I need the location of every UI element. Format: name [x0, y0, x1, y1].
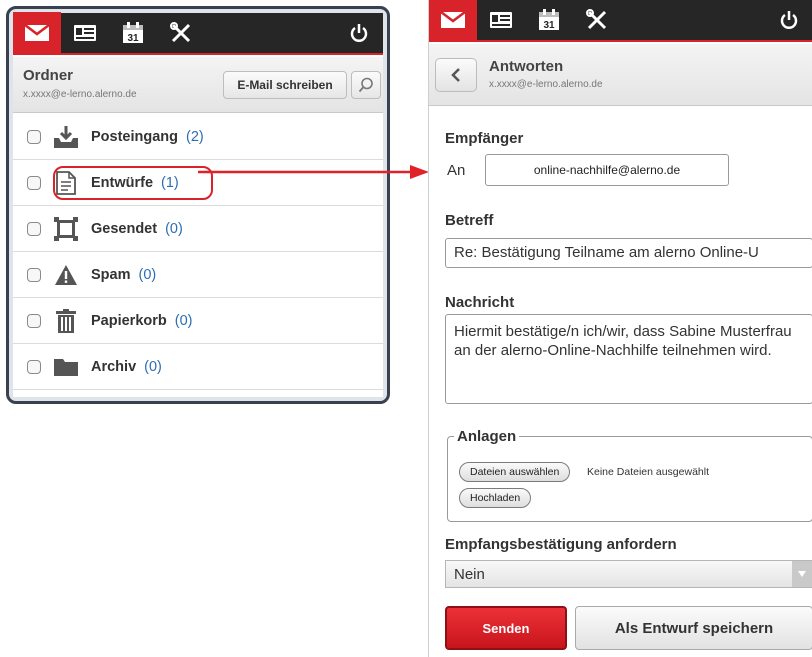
trash-icon	[53, 308, 79, 334]
contact-card-icon	[490, 12, 512, 28]
power-icon	[780, 11, 798, 29]
settings-nav-button[interactable]	[157, 12, 205, 54]
chevron-down-icon	[792, 561, 812, 587]
folder-item-spam[interactable]: Spam (0)	[13, 252, 383, 298]
warning-icon	[53, 262, 79, 288]
folder-item-archive[interactable]: Archiv (0)	[13, 344, 383, 390]
folder-item-inbox[interactable]: Posteingang (2)	[13, 114, 383, 160]
power-icon	[350, 24, 368, 42]
recipient-label: Empfänger	[445, 130, 524, 147]
envelope-icon	[24, 24, 50, 41]
folder-label: Papierkorb	[91, 312, 167, 329]
back-button[interactable]	[435, 58, 477, 92]
folder-checkbox[interactable]	[27, 313, 41, 328]
annotation-arrow	[198, 165, 429, 179]
folders-window: 31 Ordner x.xxxx@e-lerno.alerno.de E-Mai…	[6, 6, 390, 404]
highlight-annotation	[53, 166, 213, 200]
to-prefix-label: An	[447, 162, 466, 179]
choose-files-button[interactable]: Dateien auswählen	[459, 462, 571, 482]
folder-item-sent[interactable]: Gesendet (0)	[13, 206, 383, 252]
folder-count: (0)	[174, 312, 193, 329]
search-icon	[358, 77, 373, 93]
calendar-icon: 31	[539, 9, 559, 31]
reply-screen: 31 Antworten x.xxxx@e-lerno.alerno.de Em…	[428, 0, 812, 657]
receipt-label: Empfangsbestätigung anfordern	[445, 536, 677, 553]
folder-count: (2)	[186, 128, 204, 145]
contact-card-icon	[74, 25, 96, 41]
folder-label: Gesendet	[91, 220, 158, 237]
send-button[interactable]: Senden	[445, 606, 567, 650]
receipt-select[interactable]: Nein	[445, 560, 812, 588]
folder-count: (0)	[165, 220, 183, 237]
tools-icon	[170, 22, 191, 43]
folder-count: (0)	[144, 358, 162, 375]
folders-screen: 31 Ordner x.xxxx@e-lerno.alerno.de E-Mai…	[13, 12, 383, 397]
folder-checkbox[interactable]	[27, 175, 41, 190]
folder-icon	[53, 354, 79, 380]
mail-nav-button[interactable]	[429, 0, 477, 41]
top-navbar: 31	[13, 12, 383, 55]
message-label: Nachricht	[445, 294, 515, 311]
inbox-icon	[53, 124, 79, 150]
folder-checkbox[interactable]	[27, 267, 41, 282]
sent-icon	[53, 216, 79, 242]
page-title: Antworten	[489, 58, 564, 75]
page-title: Ordner	[23, 67, 74, 84]
svg-text:31: 31	[543, 20, 555, 31]
settings-nav-button[interactable]	[573, 0, 621, 41]
folder-label: Spam	[91, 266, 131, 283]
attachments-label: Anlagen	[457, 428, 517, 445]
calendar-icon: 31	[123, 22, 143, 44]
subject-label: Betreff	[445, 212, 494, 229]
account-email: x.xxxx@e-lerno.alerno.de	[489, 79, 603, 90]
contacts-nav-button[interactable]	[61, 12, 109, 54]
contacts-nav-button[interactable]	[477, 0, 525, 41]
folder-label: Archiv	[91, 358, 137, 375]
logout-nav-button[interactable]	[765, 0, 812, 41]
svg-text:31: 31	[127, 33, 139, 44]
folder-item-trash[interactable]: Papierkorb (0)	[13, 298, 383, 344]
calendar-nav-button[interactable]: 31	[525, 0, 573, 41]
compose-email-button[interactable]: E-Mail schreiben	[223, 71, 347, 99]
folder-checkbox[interactable]	[27, 359, 41, 374]
mail-nav-button[interactable]	[13, 12, 61, 54]
folder-count: (0)	[138, 266, 157, 283]
top-navbar: 31	[429, 0, 812, 42]
chevron-left-icon	[451, 68, 460, 82]
envelope-icon	[440, 11, 466, 28]
logout-nav-button[interactable]	[335, 12, 383, 54]
recipient-field[interactable]: online-nachhilfe@alerno.de	[485, 154, 729, 186]
account-email: x.xxxx@e-lerno.alerno.de	[23, 89, 137, 100]
folder-checkbox[interactable]	[27, 221, 41, 236]
tools-icon	[586, 9, 607, 30]
folder-label: Posteingang	[91, 128, 179, 145]
message-field[interactable]: Hiermit bestätige/n ich/wir, dass Sabine…	[445, 314, 812, 404]
search-button[interactable]	[351, 71, 381, 99]
calendar-nav-button[interactable]: 31	[109, 12, 157, 54]
folder-checkbox[interactable]	[27, 129, 41, 144]
reply-header: Antworten x.xxxx@e-lerno.alerno.de	[429, 44, 812, 106]
upload-button[interactable]: Hochladen	[459, 488, 532, 508]
save-draft-button[interactable]: Als Entwurf speichern	[575, 606, 812, 650]
folders-header: Ordner x.xxxx@e-lerno.alerno.de E-Mail s…	[13, 57, 383, 113]
receipt-select-value: Nein	[454, 565, 485, 583]
no-files-status: Keine Dateien ausgewählt	[587, 466, 710, 478]
folder-list: Posteingang (2) Entwürfe (1) Gesendet (0…	[13, 114, 383, 390]
subject-field[interactable]: Re: Bestätigung Teilname am alerno Onlin…	[445, 238, 812, 268]
